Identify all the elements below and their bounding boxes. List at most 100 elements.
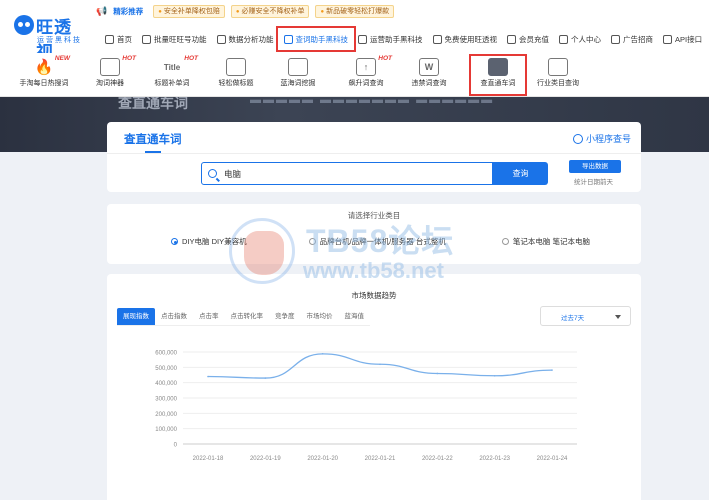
data-point xyxy=(493,374,496,377)
upload-icon: ↑ xyxy=(356,58,376,76)
notice-bar: 📢 精彩推荐 安全补单降权包赔 必赚安全不降权补单 新品破零轻松打爆款 xyxy=(96,4,395,18)
tool-category-query[interactable]: 行业类目查询 xyxy=(530,55,586,95)
export-button[interactable]: 导出数据 xyxy=(569,160,621,173)
tool-title-words[interactable]: Title 标题补单词 HOT xyxy=(144,55,200,95)
tool-ztc-words[interactable]: 查直通车词 xyxy=(469,54,527,96)
tools-icon xyxy=(358,34,367,44)
notice-chip[interactable]: 必赚安全不降权补单 xyxy=(230,4,310,18)
nav-item-free-use[interactable]: 免费使用旺透视 xyxy=(428,29,503,49)
tool-easy-title[interactable]: 轻松做标题 xyxy=(208,55,264,95)
watermark-url: www.tb58.net xyxy=(303,258,444,283)
chart-icon xyxy=(216,34,226,44)
logo-subtitle: 运营黑科技 xyxy=(37,37,82,44)
data-point xyxy=(551,369,553,371)
main-nav: 首页 批量旺旺号功能 数据分析功能 查词助手黑科技 运营助手黑科技 免费使用旺透… xyxy=(100,26,707,52)
industry-radio-laptop[interactable]: 笔记本电脑 笔记本电脑 xyxy=(501,236,590,247)
search-card: 查直通车词 小程序查号 电脑 查询 导出数据 统计日期前天 xyxy=(107,122,641,192)
nav-item-data-analysis[interactable]: 数据分析功能 xyxy=(212,29,279,49)
range-value: 过去7天 xyxy=(561,315,585,322)
chart-title: 市场数据趋势 xyxy=(351,291,397,300)
tab-blue-ocean[interactable]: 蓝海值 xyxy=(339,308,371,325)
x-tick-label: 2022-01-24 xyxy=(537,456,568,462)
x-tick-label: 2022-01-21 xyxy=(365,456,396,462)
data-point xyxy=(436,372,439,375)
nav-item-batch-ww[interactable]: 批量旺旺号功能 xyxy=(137,29,212,49)
radio-icon xyxy=(501,238,509,245)
title-icon: Title xyxy=(163,62,181,72)
tab-impressions[interactable]: 展现指数 xyxy=(117,308,155,325)
new-badge: NEW xyxy=(54,55,70,62)
flame-icon: 🔥 xyxy=(34,59,54,76)
search-input-value: 电脑 xyxy=(224,169,242,179)
nav-item-ads[interactable]: 广告招商 xyxy=(606,29,658,49)
search-doc-icon xyxy=(283,34,293,44)
x-tick-label: 2022-01-18 xyxy=(193,456,224,462)
tool-banned-words[interactable]: W 违禁词查询 xyxy=(401,55,457,95)
layers-icon xyxy=(288,58,308,76)
data-point xyxy=(264,377,267,379)
gift-icon xyxy=(432,34,442,44)
y-tick-label: 400,000 xyxy=(155,381,177,387)
home-icon xyxy=(105,34,114,44)
y-tick-label: 600,000 xyxy=(155,351,177,357)
nav-item-api[interactable]: API接口 xyxy=(658,29,707,49)
hot-badge: HOT xyxy=(184,55,198,62)
divider xyxy=(107,153,641,154)
market-trend-card: 市场数据趋势 展现指数 点击指数 点击率 点击转化率 竞争度 市场均价 蓝海值 … xyxy=(107,274,641,500)
stat-date-note: 统计日期前天 xyxy=(574,179,613,186)
magnify-doc-icon xyxy=(548,58,568,76)
tool-hot-search[interactable]: 🔥 手淘每日热搜词 NEW xyxy=(16,55,72,95)
tab-conversion[interactable]: 点击转化率 xyxy=(225,308,270,325)
watermark-text: TB58论坛 xyxy=(306,223,455,259)
notice-chip[interactable]: 安全补单降权包赔 xyxy=(153,4,225,18)
notice-label: 精彩推荐 xyxy=(113,6,144,16)
search-button[interactable]: 查询 xyxy=(493,162,548,185)
ad-icon xyxy=(611,34,620,44)
y-tick-label: 0 xyxy=(174,443,178,449)
x-tick-label: 2022-01-20 xyxy=(307,456,338,462)
notice-chip[interactable]: 新品破零轻松打爆款 xyxy=(315,4,395,18)
list-icon xyxy=(226,58,246,76)
chevron-down-icon xyxy=(615,315,621,319)
x-tick-label: 2022-01-19 xyxy=(250,456,281,462)
x-tick-label: 2022-01-23 xyxy=(479,456,510,462)
mini-program-link[interactable]: 小程序查号 xyxy=(572,132,631,145)
hot-badge: HOT xyxy=(122,55,136,62)
tool-keyword-miner[interactable]: 淘词神器 HOT xyxy=(82,55,138,95)
y-tick-label: 100,000 xyxy=(155,427,177,433)
vip-icon xyxy=(507,34,516,44)
nav-item-ops-tools[interactable]: 运营助手黑科技 xyxy=(353,29,428,49)
banner-title: 查直通车词 xyxy=(118,97,188,111)
metric-tabs: 展现指数 点击指数 点击率 点击转化率 竞争度 市场均价 蓝海值 xyxy=(117,308,370,326)
data-point xyxy=(321,353,324,355)
tab-clicks[interactable]: 点击指数 xyxy=(155,308,193,325)
site-logo[interactable]: 旺透视 运营黑科技 xyxy=(14,12,86,62)
user-icon xyxy=(559,34,568,44)
nav-item-keyword-tools[interactable]: 查词助手黑科技 xyxy=(275,26,356,52)
search-input[interactable]: 电脑 xyxy=(201,162,493,185)
trend-chart: 600,000 500,000 400,000 300,000 200,000 100,0… xyxy=(155,351,577,462)
nav-item-vip[interactable]: 会员充值 xyxy=(502,29,554,49)
grid-icon xyxy=(142,34,151,44)
search-card-title: 查直通车词 xyxy=(124,134,182,146)
search-icon xyxy=(208,169,217,178)
logo-mark-icon xyxy=(14,15,34,35)
tab-ctr[interactable]: 点击率 xyxy=(193,308,225,325)
top-bar: 旺透视 运营黑科技 📢 精彩推荐 安全补单降权包赔 必赚安全不降权补单 新品破零… xyxy=(0,0,709,62)
tab-competition[interactable]: 竞争度 xyxy=(269,308,301,325)
api-icon xyxy=(663,34,672,44)
tool-bar: 🔥 手淘每日热搜词 NEW 淘词神器 HOT Title 标题补单词 HOT 轻… xyxy=(0,53,709,97)
nav-item-user-center[interactable]: 个人中心 xyxy=(554,29,606,49)
tool-blue-ocean[interactable]: 蓝海词挖掘 xyxy=(270,55,326,95)
car-icon xyxy=(488,58,508,76)
range-select[interactable]: 过去7天 xyxy=(540,306,631,326)
watermark-logo xyxy=(229,218,295,284)
y-tick-label: 300,000 xyxy=(155,397,177,403)
tool-rising-words[interactable]: ↑ 飙升词查询 HOT xyxy=(338,55,394,95)
banner-decoration: ▬▬▬▬▬ ▬▬▬▬▬▬▬ ▬▬▬▬▬▬ xyxy=(250,97,495,106)
radio-icon xyxy=(171,238,178,245)
tab-avg-price[interactable]: 市场均价 xyxy=(301,308,339,325)
word-doc-icon: W xyxy=(419,58,439,76)
nav-item-home[interactable]: 首页 xyxy=(100,29,137,49)
x-tick-label: 2022-01-22 xyxy=(422,456,453,462)
